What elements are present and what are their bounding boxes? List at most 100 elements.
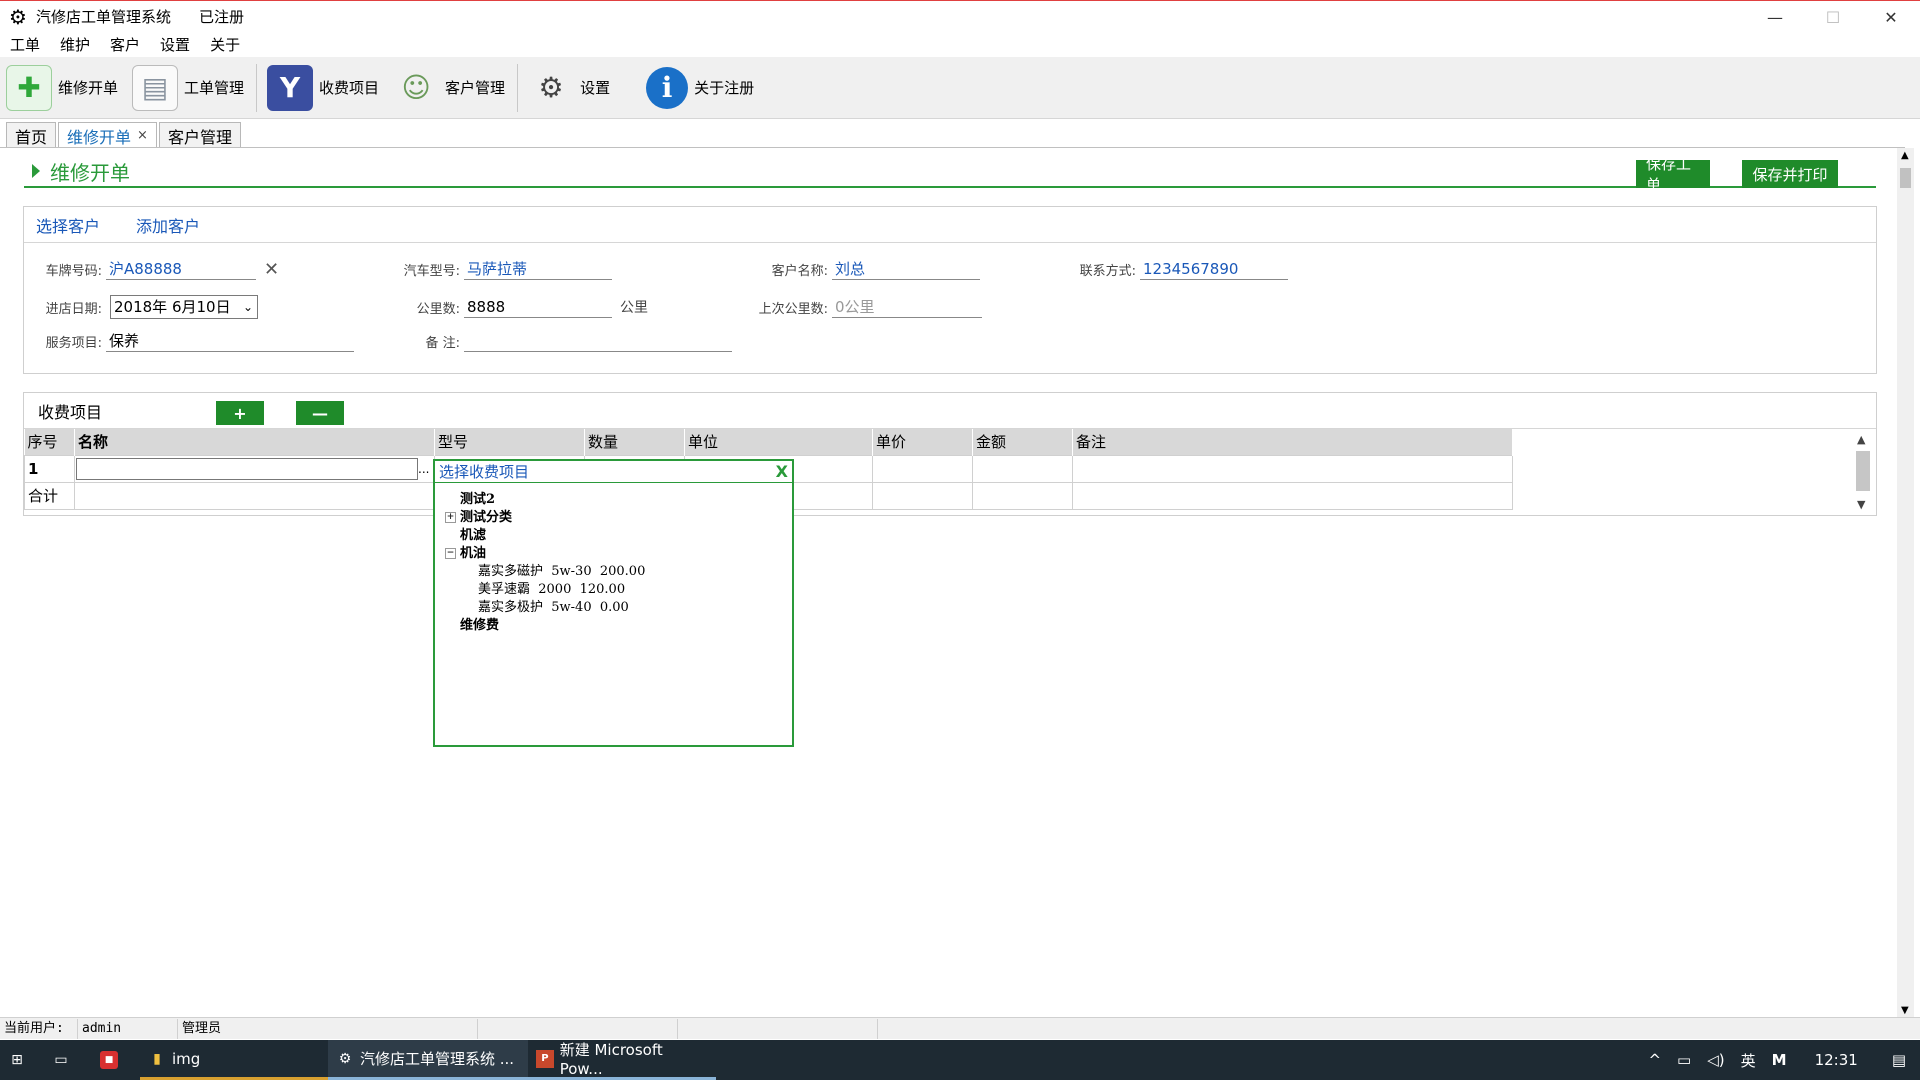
menu-customer[interactable]: 客户 <box>100 34 150 55</box>
about-register-label: 关于注册 <box>694 79 755 97</box>
row-price-cell[interactable] <box>872 454 973 483</box>
start-button[interactable]: ⊞ <box>0 1040 44 1080</box>
row-note-cell[interactable] <box>1072 454 1513 483</box>
last-mileage-field[interactable]: 0公里 <box>832 296 982 318</box>
menu-order[interactable]: 工单 <box>0 34 50 55</box>
popup-close-button[interactable]: X <box>776 462 788 481</box>
about-register-button[interactable]: i 关于注册 <box>640 61 754 115</box>
date-picker[interactable]: 2018年 6月10日 ⌄ <box>110 295 258 319</box>
contact-label: 联系方式: <box>1079 263 1136 279</box>
scroll-down-icon[interactable]: ▼ <box>1901 1005 1909 1016</box>
ime-indicator[interactable]: 英 <box>1733 1050 1764 1071</box>
select-customer-link[interactable]: 选择客户 <box>36 213 100 237</box>
expand-icon[interactable]: + <box>445 512 456 523</box>
last-mileage-label: 上次公里数: <box>758 301 828 317</box>
customer-name-field[interactable]: 刘总 <box>832 258 980 280</box>
main-scrollbar[interactable]: ▲ ▼ <box>1897 148 1914 1018</box>
plate-field[interactable]: 沪A88888 <box>106 258 256 280</box>
contact-field[interactable]: 1234567890 <box>1140 258 1288 280</box>
notification-icon[interactable]: ▤ <box>1878 1051 1920 1069</box>
order-management-label: 工单管理 <box>184 79 245 97</box>
tree-node[interactable]: 机滤 <box>445 527 645 545</box>
model-field[interactable]: 马萨拉蒂 <box>464 258 612 280</box>
menu-settings[interactable]: 设置 <box>150 34 200 55</box>
customer-section: 选择客户 添加客户 车牌号码: 沪A88888 ✕ 汽车型号: 马萨拉蒂 客户名… <box>23 206 1877 374</box>
windows-icon: ⊞ <box>11 1052 23 1068</box>
menu-maintain[interactable]: 维护 <box>50 34 100 55</box>
main-panel: 维修开单 保存工单 保存并打印 选择客户 添加客户 车牌号码: 沪A88888 … <box>0 148 1905 1018</box>
fee-items-button[interactable]: Y 收费项目 <box>261 61 379 115</box>
ime-mode-indicator[interactable]: M <box>1764 1051 1795 1069</box>
taskbar-item-powerpoint[interactable]: P 新建 Microsoft Pow... <box>528 1040 716 1080</box>
scroll-down-icon[interactable]: ▼ <box>1857 498 1865 511</box>
model-row-inner: 汽车型号: 马萨拉蒂 <box>382 255 612 283</box>
row-index: 1 <box>24 454 75 483</box>
taskbar-item-app[interactable]: ⚙ 汽修店工单管理系统 ... <box>328 1040 528 1080</box>
remove-row-button[interactable]: — <box>296 401 344 425</box>
user-icon: ☺ <box>401 71 431 104</box>
order-management-button[interactable]: ▤ 工单管理 <box>126 61 244 115</box>
row-amount-cell[interactable] <box>972 454 1073 483</box>
tab-home-label: 首页 <box>15 127 48 147</box>
toolbar: ✚ 维修开单 ▤ 工单管理 Y 收费项目 ☺ 客户管理 ⚙ 设置 i 关于注册 <box>0 57 1920 119</box>
volume-icon[interactable]: ◁) <box>1699 1051 1732 1069</box>
tree-node[interactable]: 维修费 <box>445 617 645 635</box>
clear-icon[interactable]: ✕ <box>264 259 279 280</box>
tab-customer-management[interactable]: 客户管理 <box>158 122 241 148</box>
minimize-button[interactable]: — <box>1746 1 1804 33</box>
tab-close-icon[interactable]: × <box>137 128 148 143</box>
menu-bar: 工单 维护 客户 设置 关于 <box>0 32 1920 56</box>
gear-icon: ⚙ <box>538 71 564 104</box>
tab-new-repair-order-label: 维修开单 <box>67 127 132 147</box>
add-customer-link[interactable]: 添加客户 <box>136 213 200 237</box>
tree-node[interactable]: + 测试分类 <box>445 509 645 527</box>
service-field[interactable]: 保养 <box>106 330 354 352</box>
taskbar-item-img[interactable]: ▮ img <box>140 1040 328 1080</box>
scroll-up-icon[interactable]: ▲ <box>1901 150 1909 161</box>
tree-leaf[interactable]: 嘉实多磁护 5w-30 200.00 <box>445 563 645 581</box>
maximize-button[interactable]: ☐ <box>1804 1 1862 33</box>
chevron-down-icon: ⌄ <box>242 300 253 314</box>
current-user-label: 当前用户: <box>0 1018 78 1039</box>
plate-label: 车牌号码: <box>45 263 102 279</box>
user-role: 管理员 <box>178 1018 478 1039</box>
current-user-value: admin <box>78 1018 178 1039</box>
taskbar-item-label: 汽修店工单管理系统 ... <box>360 1050 515 1068</box>
scroll-thumb[interactable] <box>1900 168 1911 188</box>
menu-about[interactable]: 关于 <box>200 34 250 55</box>
service-row: 服务项目: 保养 <box>24 327 354 355</box>
settings-button[interactable]: ⚙ 设置 <box>522 61 611 115</box>
tree-node[interactable]: 测试2 <box>445 491 645 509</box>
item-name-input[interactable] <box>76 457 418 480</box>
fee-item-tree: 测试2 + 测试分类 机滤 − 机油 嘉实多磁护 5w-30 200.00 美孚速霸… <box>445 491 645 635</box>
page-title: 维修开单 <box>50 160 130 185</box>
customer-management-button[interactable]: ☺ 客户管理 <box>387 61 505 115</box>
clock[interactable]: 12:31 <box>1795 1051 1878 1069</box>
scroll-thumb[interactable] <box>1856 451 1870 491</box>
new-repair-order-button[interactable]: ✚ 维修开单 <box>0 61 118 115</box>
window-title: 汽修店工单管理系统 <box>36 8 172 26</box>
tree-leaf[interactable]: 美孚速霸 2000 120.00 <box>445 581 645 599</box>
row-name-cell: ... <box>74 454 435 483</box>
total-cell <box>1072 481 1513 510</box>
tab-new-repair-order[interactable]: 维修开单 × <box>58 122 157 148</box>
close-button[interactable]: ✕ <box>1862 1 1920 33</box>
browse-button[interactable]: ... <box>418 462 432 476</box>
add-row-button[interactable]: + <box>216 401 264 425</box>
note-row: 备 注: <box>382 327 732 355</box>
task-view-button[interactable]: ▭ <box>44 1040 92 1080</box>
chevron-up-icon[interactable]: ^ <box>1640 1051 1669 1069</box>
tree-node[interactable]: − 机油 <box>445 545 645 563</box>
table-scrollbar[interactable]: ▲ ▼ <box>1854 433 1872 511</box>
tree-leaf[interactable]: 嘉实多极护 5w-40 0.00 <box>445 599 645 617</box>
scroll-up-icon[interactable]: ▲ <box>1857 433 1865 446</box>
collapse-icon[interactable]: − <box>445 548 456 559</box>
tab-home[interactable]: 首页 <box>6 122 57 148</box>
save-order-button[interactable]: 保存工单 <box>1636 155 1710 194</box>
pinned-app-button[interactable]: ■ <box>92 1040 140 1080</box>
col-name: 名称 <box>74 429 435 455</box>
save-and-print-button[interactable]: 保存并打印 <box>1742 160 1838 188</box>
note-field[interactable] <box>464 330 732 352</box>
mileage-field[interactable]: 8888 <box>464 296 612 318</box>
network-icon[interactable]: ▭ <box>1669 1051 1699 1069</box>
